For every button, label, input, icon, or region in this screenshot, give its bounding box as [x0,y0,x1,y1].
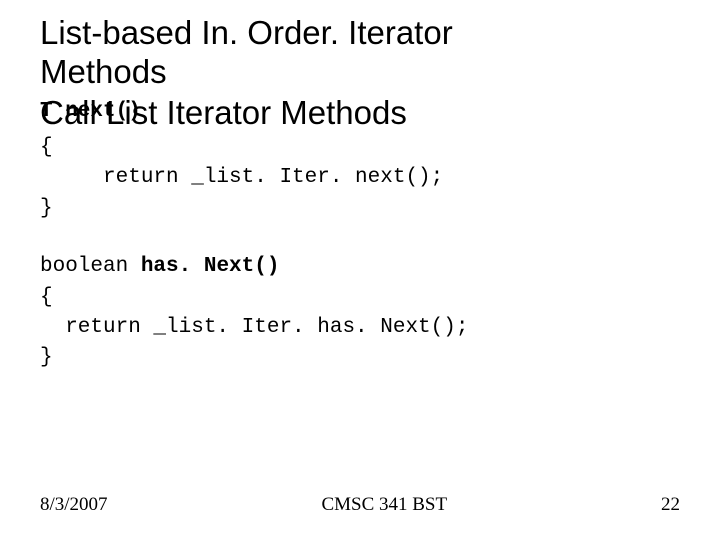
code1-return: return _list. Iter. next(); [40,163,680,193]
title-line-2: Methods [40,53,680,92]
footer-date: 8/3/2007 [40,494,108,516]
code-block-1: { return _list. Iter. next(); } [40,133,680,224]
code2-brace-open: { [40,283,680,313]
slide: List-based In. Order. Iterator Methods C… [0,0,720,540]
code-overlap-next: T next() [40,100,141,123]
code2-method: has. Next() [141,255,280,278]
footer: 8/3/2007 CMSC 341 BST 22 [40,494,680,516]
code2-signature: boolean has. Next() [40,252,680,282]
code2-keyword: boolean [40,255,141,278]
title-line-1: List-based In. Order. Iterator [40,14,680,53]
code-block-2: boolean has. Next() { return _list. Iter… [40,252,680,374]
code1-brace-open: { [40,133,680,163]
code2-brace-close: } [40,343,680,373]
title-block: List-based In. Order. Iterator Methods [40,14,680,92]
footer-page: 22 [661,494,680,516]
footer-course: CMSC 341 BST [108,494,661,516]
code2-return: return _list. Iter. has. Next(); [40,313,680,343]
code1-brace-close: } [40,194,680,224]
overlap-section: Call List Iterator Methods T next() [40,94,680,133]
